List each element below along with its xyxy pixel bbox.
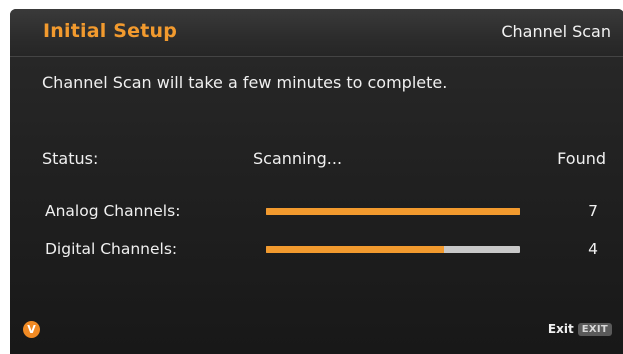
- status-value: Scanning...: [253, 149, 343, 168]
- analog-channels-count: 7: [588, 202, 598, 220]
- exit-hint[interactable]: Exit EXIT: [548, 322, 612, 336]
- analog-progress-bar: [266, 208, 520, 215]
- analog-progress-fill: [266, 208, 520, 215]
- found-header: Found: [557, 149, 606, 168]
- scan-message: Channel Scan will take a few minutes to …: [42, 73, 448, 92]
- page-title: Initial Setup: [43, 20, 178, 42]
- logo-letter: V: [27, 323, 36, 336]
- digital-channels-count: 4: [588, 240, 598, 258]
- exit-label: Exit: [547, 322, 574, 336]
- header-bar: Initial Setup Channel Scan: [10, 9, 623, 57]
- tv-setup-screen: Initial Setup Channel Scan Channel Scan …: [10, 9, 623, 354]
- digital-progress-fill: [266, 246, 444, 253]
- vizio-logo-icon: V: [23, 321, 40, 338]
- section-title: Channel Scan: [501, 22, 611, 41]
- status-label: Status:: [42, 149, 99, 168]
- digital-progress-bar: [266, 246, 520, 253]
- digital-channels-label: Digital Channels:: [45, 240, 178, 258]
- analog-channels-label: Analog Channels:: [45, 202, 181, 220]
- exit-key-badge: EXIT: [577, 322, 612, 336]
